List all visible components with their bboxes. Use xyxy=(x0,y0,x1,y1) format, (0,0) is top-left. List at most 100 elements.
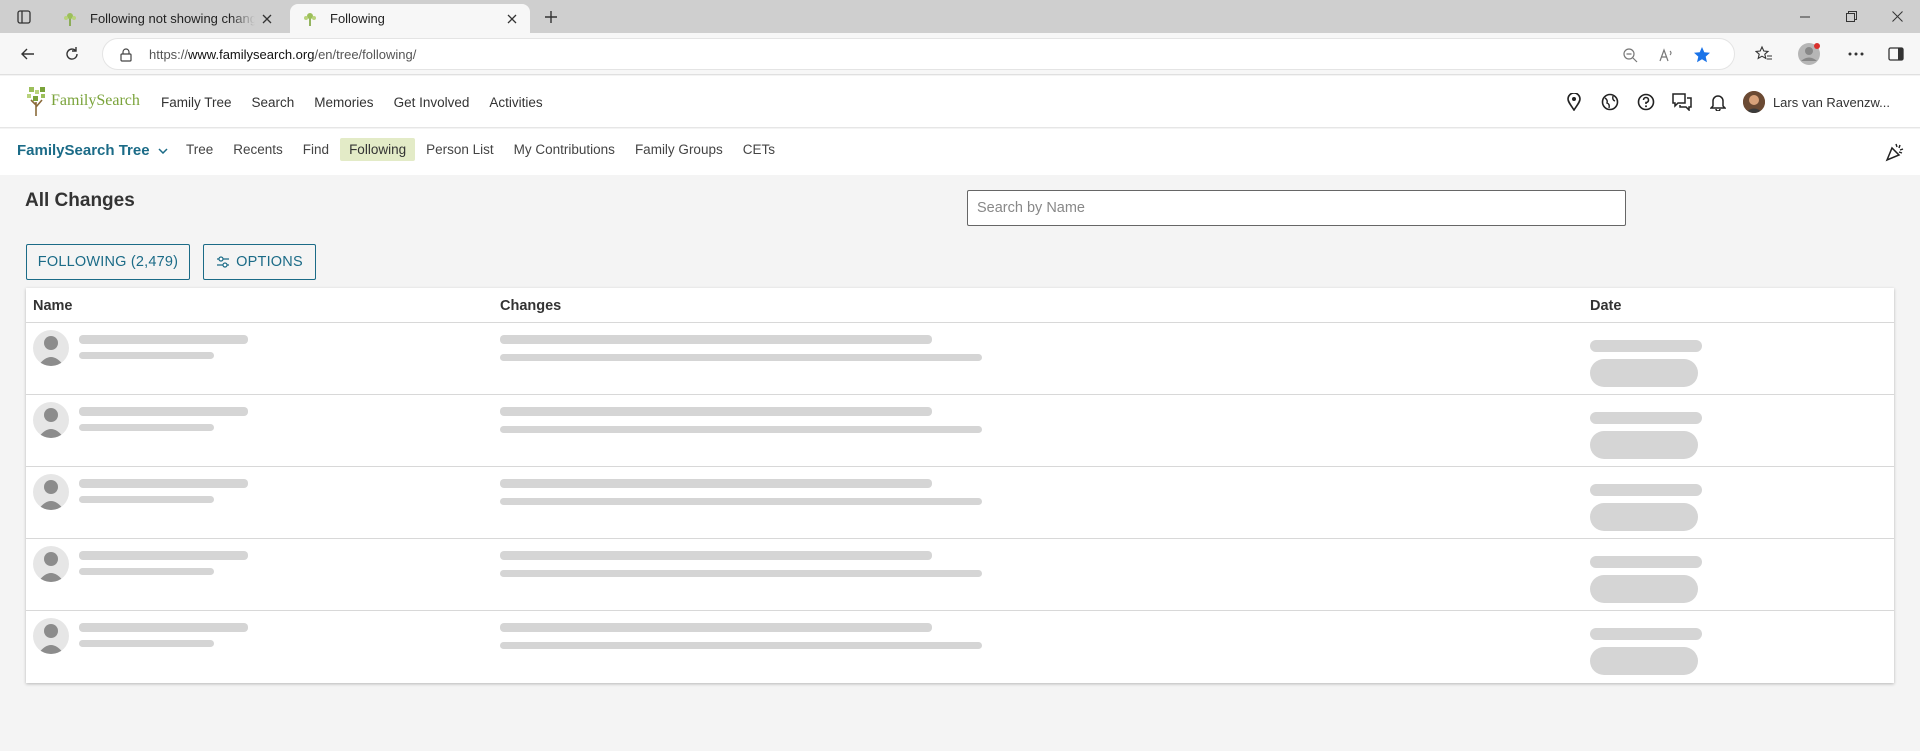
nav-memories[interactable]: Memories xyxy=(314,95,373,110)
table-row-placeholder xyxy=(26,539,1894,611)
subnav-recents[interactable]: Recents xyxy=(224,138,292,161)
skeleton-line xyxy=(500,426,982,433)
skeleton-pill xyxy=(1590,647,1698,675)
skeleton-line xyxy=(79,424,214,431)
subnav-person-list[interactable]: Person List xyxy=(417,138,503,161)
skeleton-line xyxy=(500,498,982,505)
skeleton-line xyxy=(500,623,932,632)
familysearch-favicon-icon xyxy=(62,11,78,27)
zoom-out-icon[interactable] xyxy=(1620,45,1640,65)
table-row-placeholder xyxy=(26,611,1894,683)
nav-activities[interactable]: Activities xyxy=(489,95,542,110)
skeleton-pill xyxy=(1590,503,1698,531)
address-bar[interactable]: https://www.familysearch.org/en/tree/fol… xyxy=(102,38,1735,70)
subnav-my-contributions[interactable]: My Contributions xyxy=(505,138,624,161)
url-scheme: https:// xyxy=(149,47,189,62)
person-avatar-icon xyxy=(33,330,69,366)
browser-toolbar: https://www.familysearch.org/en/tree/fol… xyxy=(0,33,1920,75)
skeleton-pill xyxy=(1590,431,1698,459)
skeleton-line xyxy=(500,354,982,361)
nav-family-tree[interactable]: Family Tree xyxy=(161,95,232,110)
minimize-icon[interactable] xyxy=(1782,0,1828,33)
skeleton-line xyxy=(500,335,932,344)
skeleton-line xyxy=(79,551,248,560)
url-path: /en/tree/following/ xyxy=(314,47,417,62)
profile-avatar-icon[interactable] xyxy=(1795,40,1823,68)
help-icon[interactable] xyxy=(1635,91,1657,113)
chat-icon[interactable] xyxy=(1671,91,1693,113)
options-button[interactable]: OPTIONS xyxy=(203,244,316,280)
main-nav: Family Tree Search Memories Get Involved… xyxy=(161,76,563,128)
tab-close-icon[interactable] xyxy=(255,7,279,31)
back-icon[interactable] xyxy=(14,40,42,68)
nav-get-involved[interactable]: Get Involved xyxy=(394,95,470,110)
tab-actions-icon[interactable] xyxy=(15,8,33,26)
skeleton-line xyxy=(500,551,932,560)
skeleton-line xyxy=(1590,412,1702,424)
skeleton-line xyxy=(79,640,214,647)
lock-icon[interactable] xyxy=(118,47,134,63)
celebration-icon[interactable] xyxy=(1884,141,1906,163)
user-name[interactable]: Lars van Ravenzw... xyxy=(1773,95,1890,110)
refresh-icon[interactable] xyxy=(58,40,86,68)
following-count-button[interactable]: FOLLOWING (2,479) xyxy=(26,244,190,280)
skeleton-line xyxy=(500,570,982,577)
column-header-date[interactable]: Date xyxy=(1590,298,1621,314)
familysearch-favicon-icon xyxy=(302,11,318,27)
sidebar-toggle-icon[interactable] xyxy=(1882,40,1910,68)
column-header-changes: Changes xyxy=(500,298,562,314)
tab-title: Following xyxy=(330,11,385,26)
tab-close-icon[interactable] xyxy=(500,7,524,31)
skeleton-line xyxy=(1590,628,1702,640)
favorite-star-icon[interactable] xyxy=(1692,45,1712,65)
new-tab-icon[interactable] xyxy=(540,6,562,28)
skeleton-line xyxy=(500,479,932,488)
chevron-down-icon xyxy=(158,147,168,154)
site-header: FamilySearch Family Tree Search Memories… xyxy=(0,76,1920,128)
nav-search[interactable]: Search xyxy=(252,95,295,110)
subnav-following[interactable]: Following xyxy=(340,138,416,161)
sliders-icon xyxy=(216,256,230,268)
skeleton-line xyxy=(79,623,248,632)
more-menu-icon[interactable] xyxy=(1842,40,1870,68)
header-icons: Lars van Ravenzw... xyxy=(1563,76,1920,128)
familysearch-tree-logo-icon xyxy=(27,87,45,116)
location-pin-icon[interactable] xyxy=(1563,91,1585,113)
window-close-icon[interactable] xyxy=(1874,0,1920,33)
skeleton-line xyxy=(79,496,214,503)
globe-icon[interactable] xyxy=(1599,91,1621,113)
restore-icon[interactable] xyxy=(1828,0,1874,33)
skeleton-line xyxy=(1590,556,1702,568)
user-avatar[interactable] xyxy=(1742,91,1765,113)
subnav-find[interactable]: Find xyxy=(294,138,338,161)
skeleton-line xyxy=(79,568,214,575)
skeleton-line xyxy=(79,335,248,344)
skeleton-line xyxy=(1590,484,1702,496)
browser-tab-strip: Following not showing changes o Followin… xyxy=(0,0,1920,33)
read-aloud-icon[interactable] xyxy=(1656,45,1676,65)
url-text[interactable]: https://www.familysearch.org/en/tree/fol… xyxy=(149,47,416,62)
skeleton-line xyxy=(500,407,932,416)
subnav-family-groups[interactable]: Family Groups xyxy=(626,138,732,161)
table-row-placeholder xyxy=(26,395,1894,467)
tree-menu-dropdown[interactable]: FamilySearch Tree xyxy=(17,142,168,159)
url-host: www.familysearch.org xyxy=(188,47,315,62)
subnav-tree[interactable]: Tree xyxy=(177,138,222,161)
skeleton-line xyxy=(79,352,214,359)
skeleton-line xyxy=(1590,340,1702,352)
familysearch-logo[interactable]: FamilySearch xyxy=(25,84,140,118)
bell-icon[interactable] xyxy=(1707,91,1729,113)
subnav-cets[interactable]: CETs xyxy=(734,138,784,161)
person-avatar-icon xyxy=(33,546,69,582)
person-avatar-icon xyxy=(33,402,69,438)
options-label: OPTIONS xyxy=(236,254,303,270)
search-by-name-input[interactable] xyxy=(967,190,1626,226)
skeleton-line xyxy=(79,407,248,416)
browser-tab-inactive[interactable]: Following not showing changes o xyxy=(50,4,285,33)
changes-table: Name Changes Date xyxy=(26,288,1894,683)
favorites-icon[interactable] xyxy=(1750,40,1778,68)
browser-tab-active[interactable]: Following xyxy=(290,4,530,33)
table-row-placeholder xyxy=(26,323,1894,395)
column-header-name[interactable]: Name xyxy=(33,298,73,314)
window-controls xyxy=(1782,0,1920,33)
